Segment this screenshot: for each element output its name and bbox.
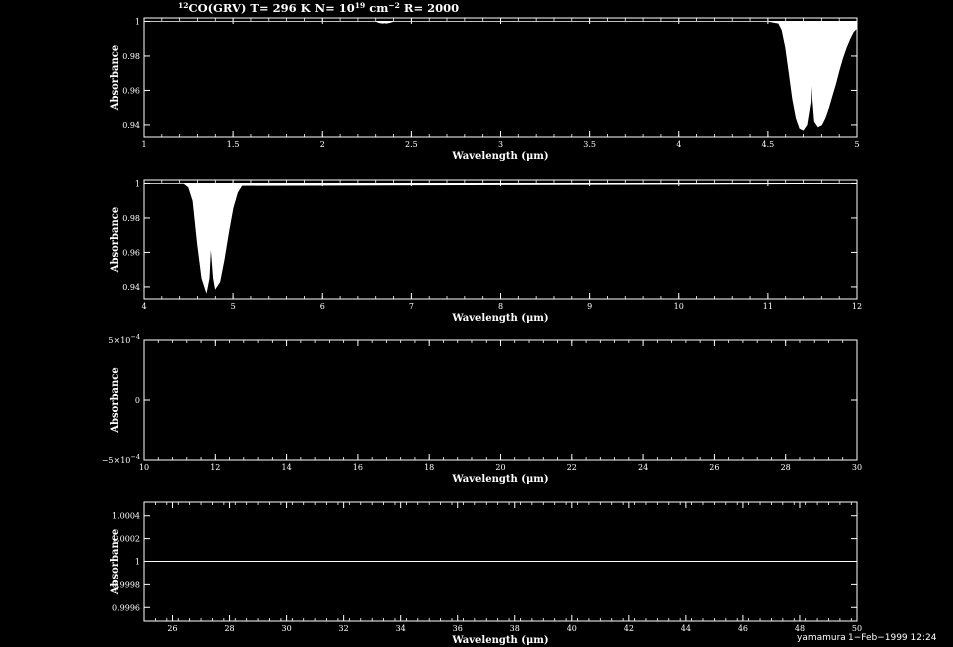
y-tick-label: 0.9996	[112, 603, 140, 612]
x-tick-label: 38	[510, 624, 520, 633]
absorbance-figure: 12CO(GRV) T= 296 K N= 1019 cm−2 R= 2000 …	[0, 0, 953, 647]
x-tick-label: 22	[567, 463, 577, 472]
x-tick-label: 26	[167, 624, 177, 633]
x-tick-label: 40	[567, 624, 577, 633]
x-tick-label: 32	[339, 624, 349, 633]
x-tick-label: 4.5	[762, 140, 775, 149]
x-tick-label: 2.5	[405, 140, 418, 149]
x-axis-label: Wavelength (μm)	[451, 635, 548, 646]
x-tick-label: 4	[676, 140, 681, 149]
x-tick-label: 10	[139, 463, 149, 472]
x-tick-label: 44	[681, 624, 691, 633]
x-tick-label: 11	[763, 302, 773, 311]
y-tick-label: 0.94	[122, 283, 140, 292]
x-tick-label: 36	[453, 624, 463, 633]
y-tick-label: 0	[135, 396, 140, 405]
title-part2: cm	[365, 1, 388, 15]
y-axis-label: Absorbance	[110, 367, 121, 434]
x-tick-label: 4	[141, 302, 146, 311]
y-tick-label: 0.96	[122, 86, 140, 95]
x-tick-label: 42	[624, 624, 634, 633]
x-tick-label: 3.5	[583, 140, 596, 149]
x-tick-label: 3	[498, 140, 503, 149]
x-tick-label: 5	[854, 140, 859, 149]
x-tick-label: 30	[282, 624, 292, 633]
x-tick-label: 26	[709, 463, 719, 472]
x-tick-label: 1	[141, 140, 146, 149]
title-part3: R= 2000	[400, 1, 459, 15]
y-tick-label: 1	[135, 558, 140, 567]
y-tick-label-base: 5×10	[108, 336, 130, 345]
x-tick-label: 12	[210, 463, 220, 472]
title-cm-exponent: −2	[388, 1, 400, 10]
x-tick-label: 6	[320, 302, 325, 311]
y-tick-label-base: −5×10	[102, 456, 131, 465]
y-axis-label: Absorbance	[110, 45, 121, 112]
y-tick-label: 1	[135, 179, 140, 188]
x-tick-label: 5	[231, 302, 236, 311]
x-tick-label: 7	[409, 302, 414, 311]
x-tick-label: 1.5	[227, 140, 240, 149]
y-tick-label: 0.96	[122, 248, 140, 257]
title-iso-superscript: 12	[178, 1, 188, 10]
x-tick-label: 34	[396, 624, 406, 633]
x-tick-label: 18	[424, 463, 434, 472]
y-tick-label-exponent: −4	[130, 453, 140, 461]
y-tick-label: 0.98	[122, 214, 140, 223]
x-tick-label: 2	[320, 140, 325, 149]
x-tick-label: 20	[495, 463, 505, 472]
y-tick-label: 0.94	[122, 121, 140, 130]
x-tick-label: 48	[795, 624, 805, 633]
x-tick-label: 9	[587, 302, 592, 311]
x-tick-label: 16	[353, 463, 363, 472]
x-tick-label: 10	[674, 302, 684, 311]
x-tick-label: 12	[852, 302, 862, 311]
x-tick-label: 8	[498, 302, 503, 311]
x-tick-label: 28	[224, 624, 234, 633]
footer-date: 1−Feb−1999 12:24	[848, 633, 937, 643]
y-tick-label: 1.0004	[112, 512, 140, 521]
x-axis-label: Wavelength (μm)	[451, 313, 548, 324]
x-tick-label: 28	[781, 463, 791, 472]
y-axis-label: Absorbance	[110, 529, 121, 596]
y-tick-label-exponent: −4	[130, 333, 140, 341]
y-tick-label: 0.98	[122, 52, 140, 61]
y-tick-label: 1	[135, 17, 140, 26]
title-n-exponent: 19	[355, 1, 365, 10]
x-axis-label: Wavelength (μm)	[451, 474, 548, 485]
x-tick-label: 50	[852, 624, 862, 633]
x-tick-label: 30	[852, 463, 862, 472]
y-axis-label: Absorbance	[110, 207, 121, 274]
figure-title: 12CO(GRV) T= 296 K N= 1019 cm−2 R= 2000	[178, 1, 459, 15]
title-part1: CO(GRV) T= 296 K N= 10	[188, 1, 354, 15]
x-tick-label: 14	[282, 463, 292, 472]
x-axis-label: Wavelength (μm)	[451, 151, 548, 162]
footer-user: yamamura	[797, 633, 846, 643]
x-tick-label: 24	[638, 463, 648, 472]
x-tick-label: 46	[738, 624, 748, 633]
